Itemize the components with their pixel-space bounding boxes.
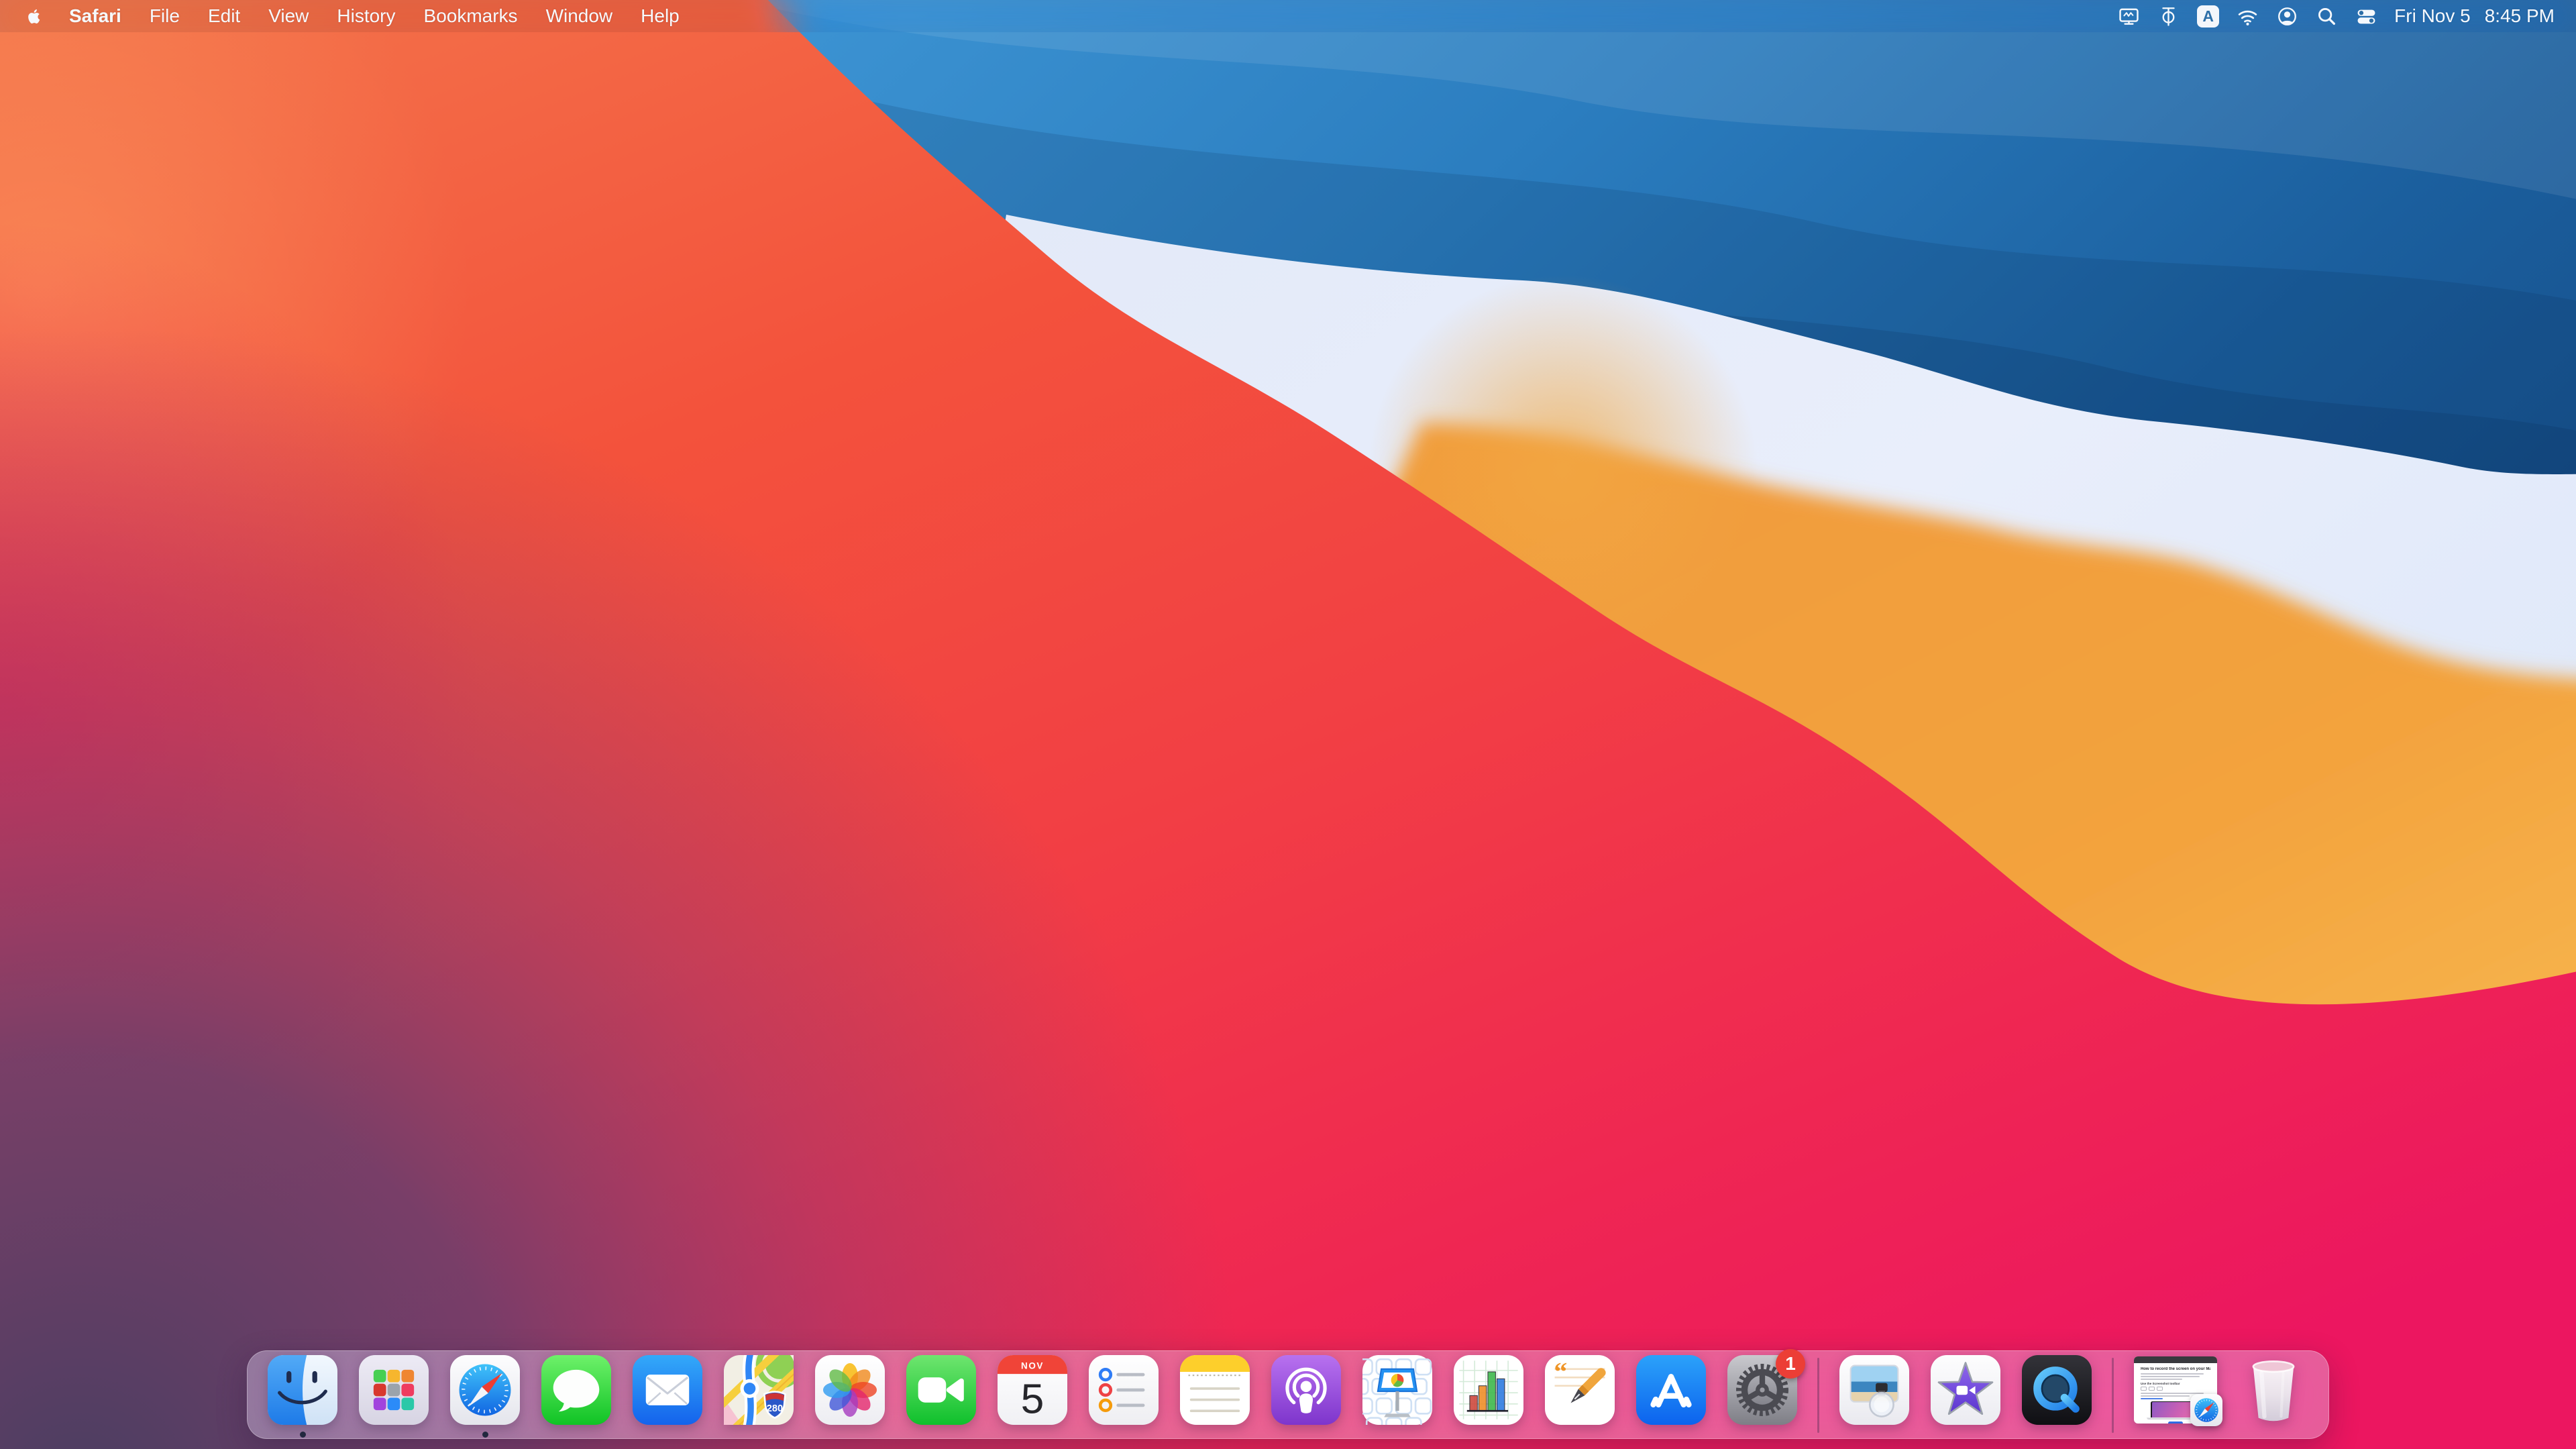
dock-separator	[1817, 1358, 1819, 1433]
wifi-icon[interactable]	[2228, 0, 2267, 32]
messages-icon	[541, 1355, 611, 1425]
plumb-circle-status-icon[interactable]	[2149, 0, 2188, 32]
dock-item-quicktime-player[interactable]	[2022, 1355, 2092, 1438]
menu-bar: Safari File Edit View History Bookmarks Windo…	[0, 0, 2576, 32]
running-indicator-dot	[299, 1432, 306, 1438]
minimized-page-heading: How to record the screen on your Mac	[2141, 1367, 2210, 1371]
calendar-icon: NOV 5	[998, 1355, 1067, 1425]
menu-history[interactable]: History	[323, 0, 409, 32]
dock-item-app-store[interactable]	[1636, 1355, 1706, 1438]
control-center-icon[interactable]	[2347, 0, 2386, 32]
pages-icon: “	[1545, 1355, 1615, 1425]
dock-container: 280 NOV 5 “ 1 How to record the screen o…	[247, 1349, 2329, 1439]
input-source-badge[interactable]: A	[2188, 0, 2228, 32]
maps-icon: 280	[724, 1355, 794, 1425]
dock-item-launchpad[interactable]	[359, 1355, 429, 1438]
input-source-letter: A	[2197, 5, 2220, 28]
menu-help[interactable]: Help	[627, 0, 694, 32]
spotlight-icon[interactable]	[2307, 0, 2347, 32]
trash-icon	[2239, 1355, 2308, 1425]
menu-bookmarks[interactable]: Bookmarks	[410, 0, 532, 32]
screen-mirroring-status-icon[interactable]	[2109, 0, 2149, 32]
dock-item-imovie[interactable]	[1931, 1355, 2000, 1438]
user-account-icon[interactable]	[2267, 0, 2307, 32]
mini-link-line	[2141, 1397, 2163, 1399]
menu-bar-left: Safari File Edit View History Bookmarks Windo…	[0, 0, 694, 32]
podcasts-icon	[1271, 1355, 1341, 1425]
reminders-icon	[1089, 1355, 1159, 1425]
clock-time: 8:45 PM	[2484, 5, 2555, 26]
menu-bar-right: A Fri Nov 5 8:45 PM	[2109, 0, 2576, 32]
dock-item-calendar[interactable]: NOV 5	[998, 1355, 1067, 1438]
dock-item-photos[interactable]	[815, 1355, 885, 1438]
wallpaper-big-sur	[0, 0, 2576, 1449]
menu-app-name[interactable]: Safari	[55, 0, 136, 32]
svg-text:NOV: NOV	[1021, 1360, 1044, 1371]
dock-item-minimized-safari-window[interactable]: How to record the screen on your Mac Use…	[2134, 1355, 2222, 1436]
dock-item-preview[interactable]	[1839, 1355, 1909, 1438]
mini-blue-button	[2168, 1421, 2183, 1424]
dock-item-notes[interactable]	[1180, 1355, 1250, 1438]
quicktime-player-icon	[2022, 1355, 2092, 1425]
dock-item-keynote[interactable]	[1362, 1355, 1432, 1438]
notes-icon	[1180, 1355, 1250, 1425]
notification-badge: 1	[1776, 1349, 1805, 1379]
menu-bar-clock[interactable]: Fri Nov 5 8:45 PM	[2386, 5, 2563, 27]
svg-text:5: 5	[1021, 1376, 1044, 1422]
menu-file[interactable]: File	[136, 0, 194, 32]
desktop: Safari File Edit View History Bookmarks Windo…	[0, 0, 2576, 1449]
dock-item-podcasts[interactable]	[1271, 1355, 1341, 1438]
dock-item-system-preferences[interactable]: 1	[1727, 1349, 1805, 1438]
dock-item-facetime[interactable]	[906, 1355, 976, 1438]
svg-text:280: 280	[767, 1403, 783, 1414]
dock-item-mail[interactable]	[633, 1355, 702, 1438]
running-indicator-dot	[482, 1432, 488, 1438]
menu-view[interactable]: View	[254, 0, 323, 32]
safari-icon	[450, 1355, 520, 1425]
finder-icon	[268, 1355, 337, 1425]
screenshot-toolbar-icons	[2141, 1386, 2210, 1391]
dock: 280 NOV 5 “ 1 How to record the screen o…	[247, 1349, 2329, 1439]
facetime-icon	[906, 1355, 976, 1425]
dock-item-safari[interactable]	[450, 1355, 520, 1438]
dock-item-numbers[interactable]	[1454, 1355, 1523, 1438]
safari-toolbar-mini	[2134, 1356, 2217, 1363]
mail-icon	[633, 1355, 702, 1425]
keynote-icon	[1362, 1355, 1432, 1425]
safari-badge-icon	[2190, 1394, 2222, 1426]
menu-edit[interactable]: Edit	[194, 0, 254, 32]
minimized-window-thumbnail[interactable]: How to record the screen on your Mac Use…	[2134, 1356, 2222, 1426]
numbers-icon	[1454, 1355, 1523, 1425]
trash[interactable]	[2239, 1355, 2308, 1438]
photos-icon	[815, 1355, 885, 1425]
menu-window[interactable]: Window	[532, 0, 627, 32]
preview-icon	[1839, 1355, 1909, 1425]
clock-date: Fri Nov 5	[2394, 5, 2471, 26]
dock-item-pages[interactable]: “	[1545, 1355, 1615, 1438]
apple-menu[interactable]	[17, 0, 55, 32]
dock-item-messages[interactable]	[541, 1355, 611, 1438]
imovie-icon	[1931, 1355, 2000, 1425]
launchpad-icon	[359, 1355, 429, 1425]
apple-logo-icon	[28, 9, 40, 23]
dock-item-reminders[interactable]	[1089, 1355, 1159, 1438]
app-store-icon	[1636, 1355, 1706, 1425]
dock-item-finder[interactable]	[268, 1355, 337, 1438]
dock-separator	[2112, 1358, 2114, 1433]
dock-item-maps[interactable]: 280	[724, 1355, 794, 1438]
svg-text:“: “	[1554, 1356, 1568, 1386]
minimized-page-subheading: Use the Screenshot toolbar	[2141, 1381, 2180, 1385]
